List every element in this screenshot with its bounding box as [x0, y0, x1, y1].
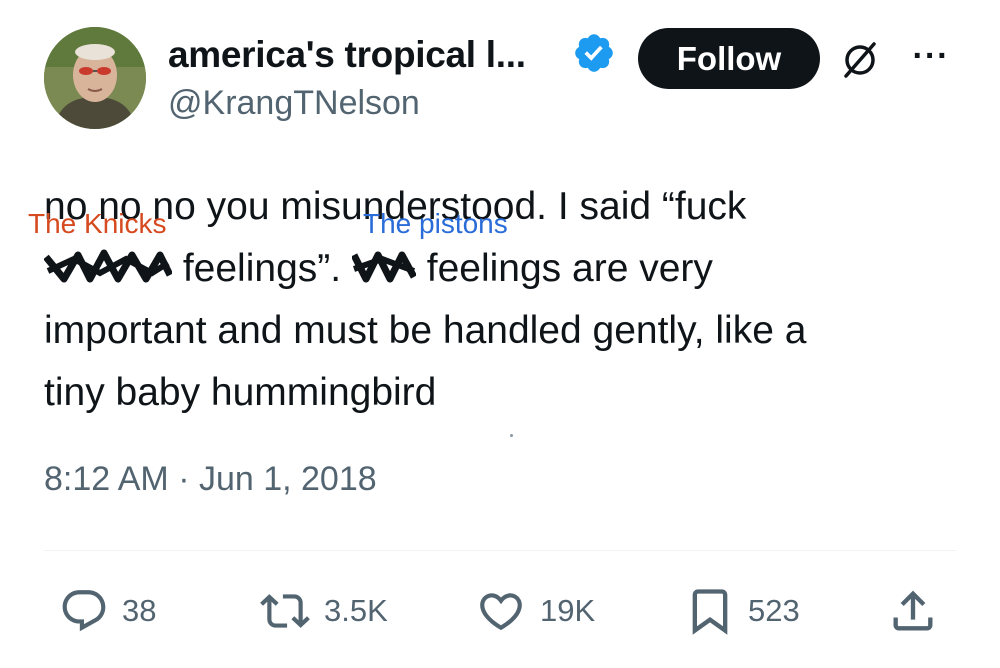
retweet-icon [260, 594, 310, 628]
verified-badge-icon[interactable] [572, 31, 616, 75]
share-button[interactable] [886, 586, 952, 636]
author-handle[interactable]: @KrangTNelson [168, 84, 420, 123]
avatar[interactable] [44, 27, 146, 129]
tweet-line-2-part-a: feelings”. [172, 247, 352, 290]
stray-dot [510, 434, 513, 437]
redacted-scribble [44, 241, 172, 283]
like-button[interactable]: 19K [474, 586, 595, 636]
grok-icon[interactable] [840, 40, 880, 80]
annotation-blue: The pistons [363, 208, 508, 239]
like-icon [480, 593, 522, 631]
tweet-line-3: important and must be handled gently, li… [44, 309, 807, 352]
author-display-name[interactable]: america's tropical l... [168, 34, 526, 76]
retweet-button[interactable]: 3.5K [258, 586, 388, 636]
reply-count: 38 [122, 593, 157, 628]
tweet-line-2-part-b: feelings are very [415, 247, 713, 290]
follow-button[interactable]: Follow [638, 28, 820, 89]
bookmark-count: 523 [748, 593, 800, 628]
tweet-line-2: feelings”. feelings are very [44, 238, 964, 300]
bookmark-button[interactable]: 523 [684, 586, 800, 636]
bookmark-icon [692, 589, 728, 635]
reply-button[interactable]: 38 [58, 586, 156, 636]
like-count: 19K [540, 593, 596, 628]
reply-icon [62, 590, 106, 632]
share-icon [893, 590, 933, 631]
divider [44, 550, 956, 551]
timestamp[interactable]: 8:12 AM · Jun 1, 2018 [44, 460, 377, 499]
more-options-icon[interactable]: ··· [906, 36, 956, 76]
tweet-line-4: tiny baby hummingbird [44, 371, 437, 414]
retweet-count: 3.5K [324, 593, 388, 628]
redacted-scribble [351, 241, 416, 283]
annotation-red: The Knicks [28, 208, 167, 239]
